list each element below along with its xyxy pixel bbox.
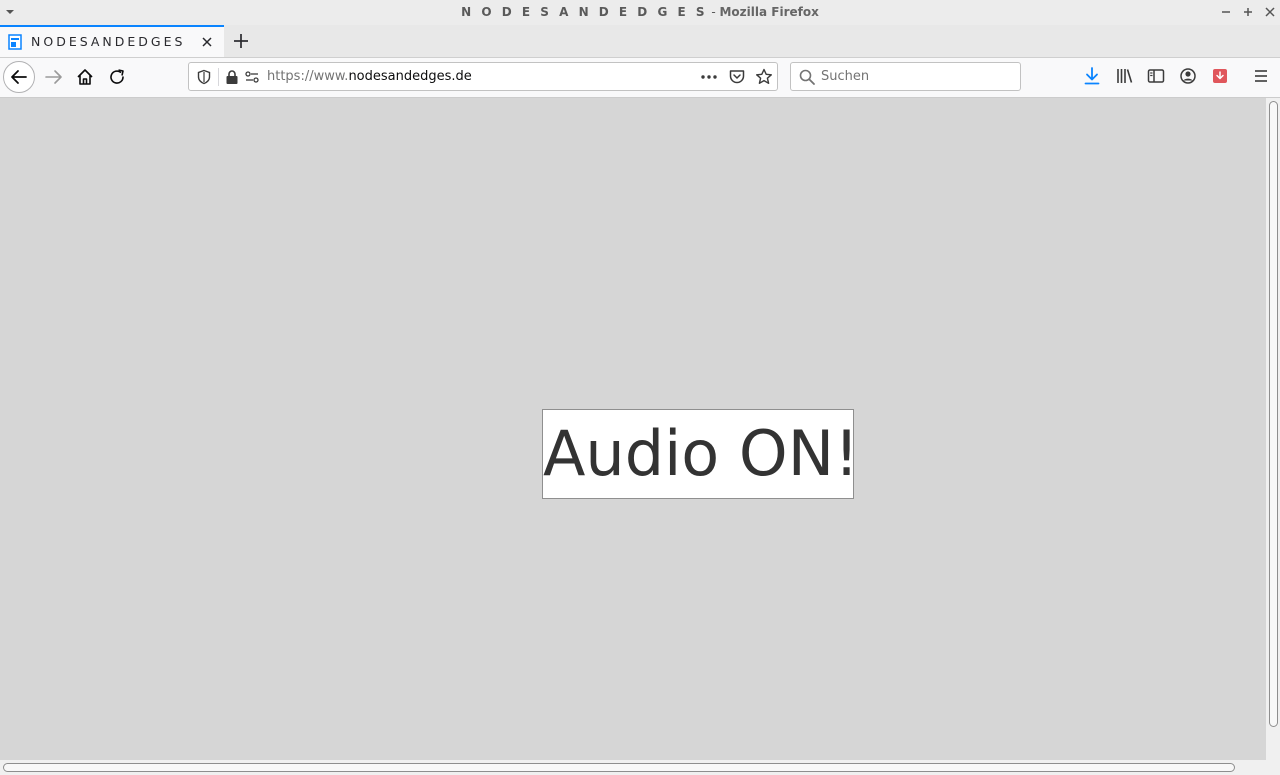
bookmark-star-icon[interactable] [755,68,773,86]
browser-window: N O D E S A N D E D G E S - Mozilla Fire… [0,0,1280,775]
home-button[interactable] [69,61,101,93]
window-title-separator: - [707,5,720,19]
url-prefix: https://www. [267,69,349,84]
new-tab-icon[interactable] [231,31,251,51]
close-window-icon[interactable] [1263,5,1277,19]
forward-arrow-icon [45,70,62,84]
save-to-pocket-icon[interactable] [1210,66,1230,86]
window-title-app: Mozilla Firefox [719,5,819,19]
back-arrow-icon [11,70,27,84]
url-bar[interactable]: https://www.nodesandedges.de [188,62,778,91]
title-bar: N O D E S A N D E D G E S - Mozilla Fire… [0,0,1280,26]
maximize-icon[interactable] [1241,5,1255,19]
reload-icon [110,69,124,84]
vertical-scrollbar[interactable] [1266,98,1280,760]
hamburger-menu-icon[interactable] [1251,66,1271,86]
close-tab-icon[interactable] [200,35,214,49]
sidebar-icon[interactable] [1146,66,1166,86]
lock-icon[interactable] [225,69,239,85]
page-icon [8,34,22,50]
back-button[interactable] [3,61,35,93]
forward-button[interactable] [38,61,70,93]
horizontal-scrollbar[interactable] [0,760,1280,775]
library-icon[interactable] [1114,66,1134,86]
account-icon[interactable] [1178,66,1198,86]
window-title-site: N O D E S A N D E D G E S [461,5,708,19]
tab-strip: NODESANDEDGES [0,25,1280,58]
pocket-icon[interactable] [728,68,746,86]
search-icon [799,69,815,85]
minimize-icon[interactable] [1219,5,1233,19]
search-input[interactable] [821,67,1011,86]
url-text[interactable]: https://www.nodesandedges.de [267,69,472,84]
url-domain: nodesandedges.de [348,69,472,84]
navigation-toolbar: https://www.nodesandedges.de [0,58,1280,98]
home-icon [77,69,93,85]
page-content: Audio ON! [0,98,1266,760]
vertical-scrollbar-thumb[interactable] [1269,101,1278,727]
url-divider [218,68,219,86]
horizontal-scrollbar-thumb[interactable] [3,763,1235,772]
tab-nodesandedges[interactable]: NODESANDEDGES [0,25,224,57]
page-actions-icon[interactable] [699,69,719,85]
search-bar[interactable] [790,62,1021,91]
window-title: N O D E S A N D E D G E S - Mozilla Fire… [0,5,1280,19]
permissions-icon[interactable] [244,69,260,85]
tab-title: NODESANDEDGES [31,34,186,49]
tracking-protection-shield-icon[interactable] [196,69,212,85]
downloads-icon[interactable] [1082,66,1102,86]
reload-button[interactable] [101,61,133,93]
audio-on-button[interactable]: Audio ON! [542,409,854,499]
